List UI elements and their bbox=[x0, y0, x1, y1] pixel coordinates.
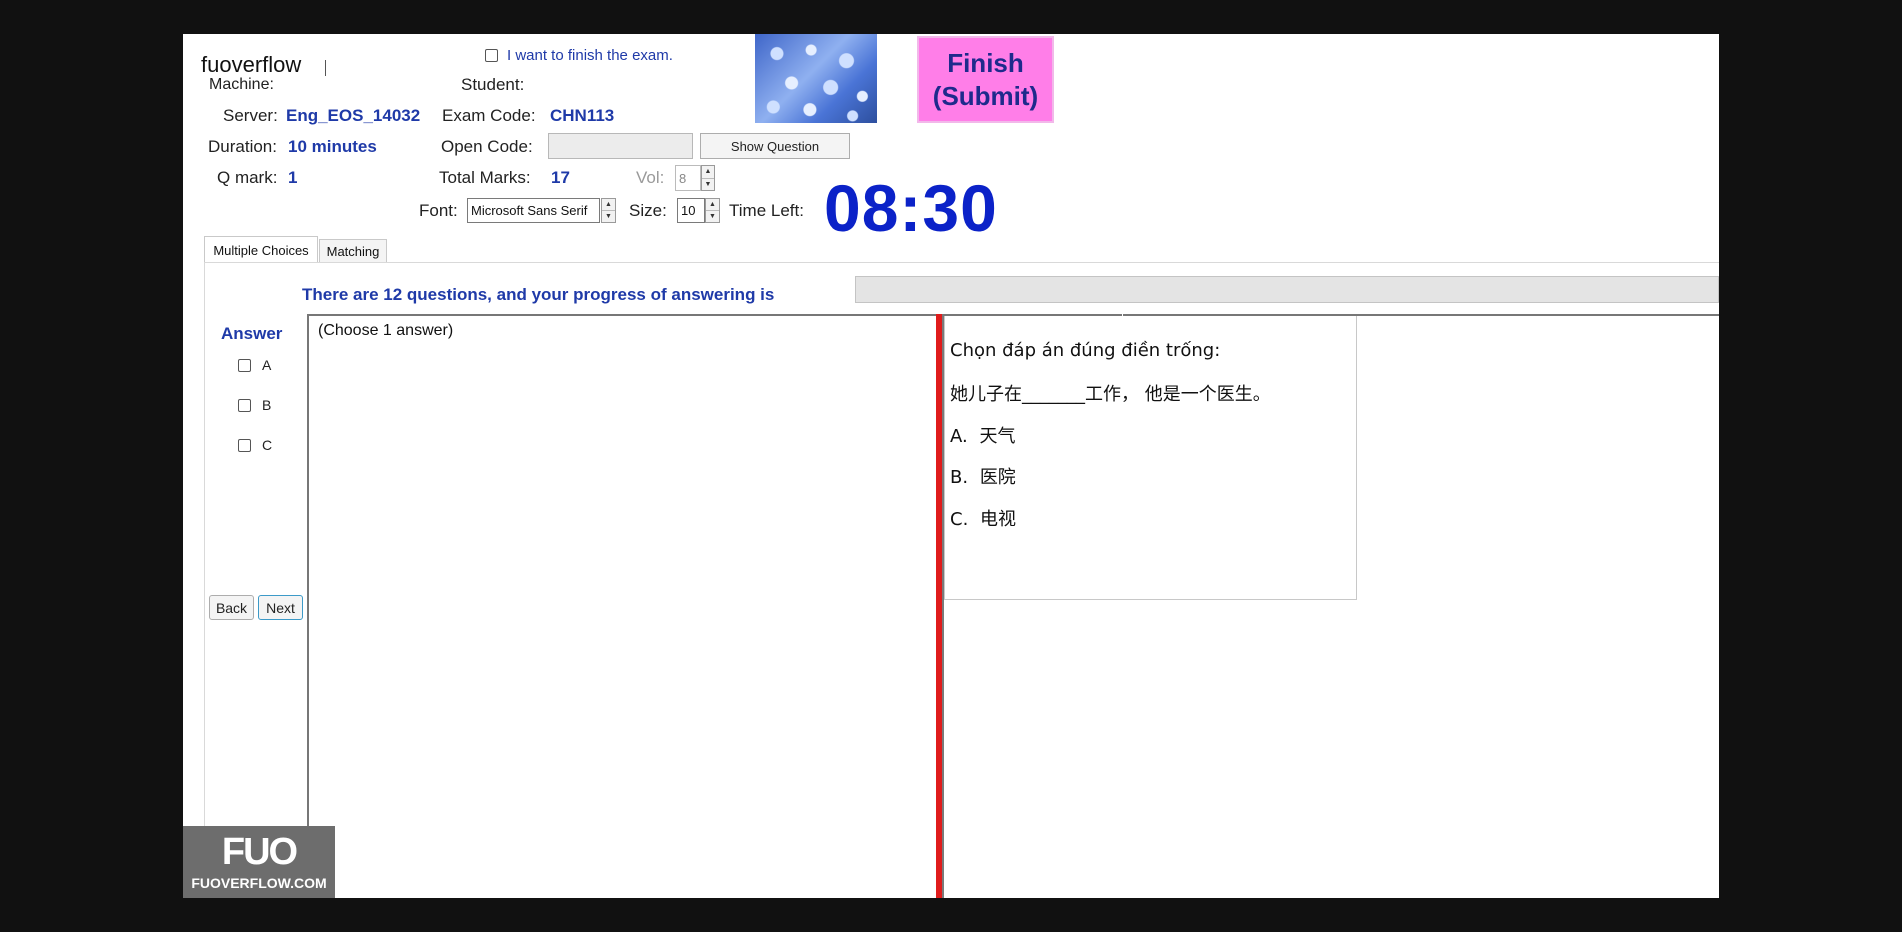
finish-button-line1: Finish bbox=[947, 48, 1024, 78]
font-select[interactable]: Microsoft Sans Serif bbox=[467, 198, 600, 223]
exam-code-label: Exam Code: bbox=[442, 106, 536, 125]
choice-c-text: 电视 bbox=[980, 509, 1017, 530]
finish-exam-checkbox[interactable] bbox=[485, 49, 498, 62]
flower-image bbox=[755, 34, 877, 123]
size-spinner[interactable]: ▲ ▼ bbox=[705, 198, 720, 223]
machine-label: Machine: bbox=[209, 76, 274, 93]
answer-checkbox-b[interactable] bbox=[238, 399, 251, 412]
question-sentence: 她儿子在_______工作， 他是一个医生。 bbox=[950, 384, 1271, 405]
student-label: Student: bbox=[461, 75, 525, 94]
size-down-icon[interactable]: ▼ bbox=[706, 211, 719, 222]
next-button[interactable]: Next bbox=[258, 595, 303, 620]
choice-a-letter: A. bbox=[950, 426, 968, 447]
choice-c-letter: C. bbox=[950, 509, 969, 530]
progress-bar bbox=[855, 276, 1719, 303]
finish-button-line2: (Submit) bbox=[932, 80, 1039, 111]
question-choice-c: C. 电视 bbox=[950, 505, 1016, 531]
vol-input[interactable]: 8 bbox=[675, 165, 701, 191]
total-marks-label: Total Marks: bbox=[439, 168, 531, 187]
watermark-text: FUOVERFLOW.COM bbox=[191, 875, 327, 891]
tab-matching[interactable]: Matching bbox=[319, 239, 387, 263]
answer-checkbox-a[interactable] bbox=[238, 359, 251, 372]
choice-a-text: 天气 bbox=[979, 426, 1016, 447]
choice-b-letter: B. bbox=[950, 467, 969, 488]
tab-multiple-choices[interactable]: Multiple Choices bbox=[204, 236, 318, 263]
size-up-icon[interactable]: ▲ bbox=[706, 199, 719, 211]
finish-exam-checkbox-label[interactable]: I want to finish the exam. bbox=[507, 47, 673, 64]
time-left-label: Time Left: bbox=[729, 201, 804, 220]
tab-panel-border bbox=[204, 263, 205, 898]
size-input[interactable]: 10 bbox=[677, 198, 705, 223]
duration-label: Duration: bbox=[208, 137, 277, 156]
finish-submit-button[interactable]: Finish (Submit) bbox=[917, 36, 1054, 123]
answer-option-c-label[interactable]: C bbox=[262, 437, 272, 453]
time-left-timer: 08:30 bbox=[824, 171, 998, 245]
server-label: Server: bbox=[223, 106, 278, 125]
vol-label: Vol: bbox=[636, 168, 665, 187]
answer-option-a-label[interactable]: A bbox=[262, 357, 271, 373]
total-marks-value: 17 bbox=[551, 168, 570, 187]
size-label: Size: bbox=[629, 201, 667, 220]
exam-code-value: CHN113 bbox=[550, 106, 615, 125]
font-label: Font: bbox=[419, 201, 458, 220]
font-spinner[interactable]: ▲ ▼ bbox=[601, 198, 616, 223]
question-choice-b: B. 医院 bbox=[950, 463, 1016, 489]
show-question-button[interactable]: Show Question bbox=[700, 133, 850, 159]
answer-heading: Answer bbox=[221, 324, 283, 343]
vol-down-icon[interactable]: ▼ bbox=[702, 179, 714, 191]
watermark-logo-mark: FUO bbox=[221, 831, 298, 873]
answer-option-b-label[interactable]: B bbox=[262, 397, 271, 413]
font-down-icon[interactable]: ▼ bbox=[602, 211, 615, 222]
text-cursor bbox=[325, 60, 326, 76]
q-mark-value: 1 bbox=[288, 168, 298, 187]
vol-spinner[interactable]: ▲ ▼ bbox=[701, 165, 715, 191]
answer-checkbox-c[interactable] bbox=[238, 439, 251, 452]
choose-hint: (Choose 1 answer) bbox=[318, 322, 454, 339]
duration-value: 10 minutes bbox=[288, 137, 377, 156]
exam-window: fuoverflow I want to finish the exam. Ma… bbox=[183, 34, 1719, 898]
open-code-input[interactable] bbox=[548, 133, 693, 159]
font-up-icon[interactable]: ▲ bbox=[602, 199, 615, 211]
progress-message: There are 12 questions, and your progres… bbox=[302, 285, 775, 304]
server-value: Eng_EOS_14032 bbox=[286, 106, 421, 125]
back-button[interactable]: Back bbox=[209, 595, 254, 620]
question-content: Chọn đáp án đúng điền trống: 她儿子在_______… bbox=[944, 316, 1357, 600]
q-mark-label: Q mark: bbox=[217, 168, 278, 187]
question-instruction: Chọn đáp án đúng điền trống: bbox=[950, 340, 1221, 361]
question-choice-a: A. 天气 bbox=[950, 422, 1015, 448]
tab-strip-divider bbox=[204, 262, 1719, 263]
vol-up-icon[interactable]: ▲ bbox=[702, 166, 714, 179]
open-code-label: Open Code: bbox=[441, 137, 533, 156]
watermark-logo: FUO FUOVERFLOW.COM bbox=[183, 826, 335, 898]
app-brand: fuoverflow bbox=[201, 52, 302, 77]
choice-b-text: 医院 bbox=[979, 467, 1016, 488]
